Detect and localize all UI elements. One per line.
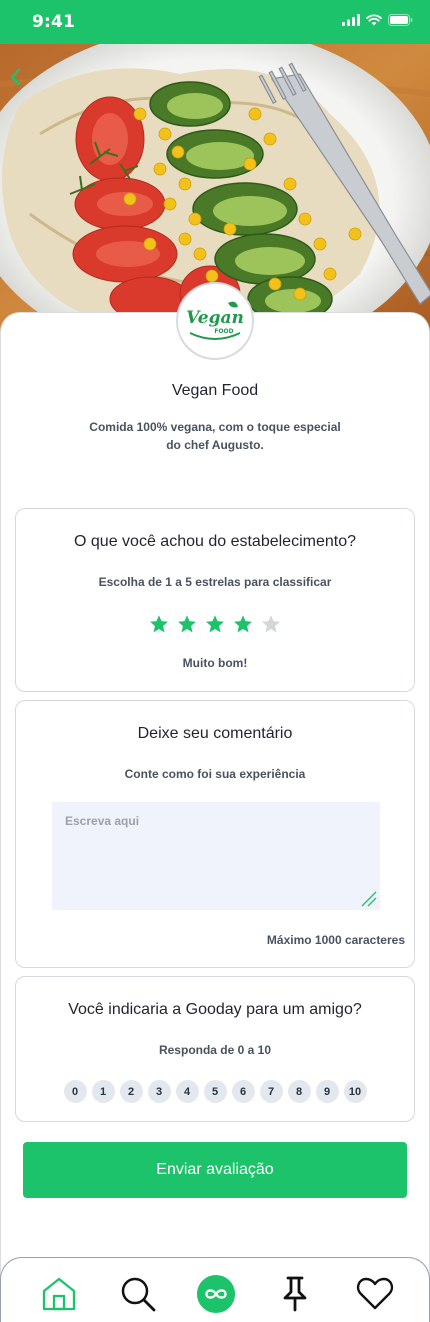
description-line: do chef Augusto. — [166, 438, 264, 452]
nps-option-1[interactable]: 1 — [91, 1080, 115, 1103]
restaurant-description: Comida 100% vegana, com o toque especial… — [85, 418, 345, 454]
star-5-icon[interactable] — [261, 614, 281, 634]
signal-icon — [342, 14, 360, 26]
nps-option-4[interactable]: 4 — [175, 1080, 199, 1103]
comment-subtitle: Conte como foi sua experiência — [124, 767, 306, 781]
star-rating — [16, 614, 414, 634]
status-time: 9:41 — [32, 12, 76, 32]
back-button[interactable] — [4, 62, 26, 92]
logo-text: Vegan — [186, 308, 244, 328]
nps-option-5[interactable]: 5 — [203, 1080, 227, 1103]
nps-option-9[interactable]: 9 — [315, 1080, 339, 1103]
rating-title: O que você achou do estabelecimento? — [74, 533, 356, 550]
restaurant-logo: Vegan FOOD — [176, 282, 254, 360]
star-3-icon[interactable] — [205, 614, 225, 634]
nps-option-2[interactable]: 2 — [119, 1080, 143, 1103]
nps-option-7[interactable]: 7 — [259, 1080, 283, 1103]
star-4-icon[interactable] — [233, 614, 253, 634]
wifi-icon — [366, 14, 382, 26]
comment-card: Deixe seu comentário Conte como foi sua … — [15, 700, 415, 968]
tab-favorites[interactable] — [355, 1274, 395, 1314]
nps-option-10[interactable]: 10 — [343, 1080, 367, 1103]
max-chars-label: Máximo 1000 caracteres — [266, 933, 405, 947]
heart-icon — [356, 1277, 394, 1310]
comment-textarea[interactable] — [52, 802, 380, 910]
infinity-icon — [196, 1274, 236, 1314]
tab-pin[interactable] — [275, 1274, 315, 1314]
search-icon — [121, 1277, 156, 1312]
rating-label: Muito bom! — [182, 656, 248, 670]
status-icons — [342, 14, 413, 26]
logo-subtext: FOOD — [214, 328, 233, 335]
nps-option-0[interactable]: 0 — [63, 1080, 87, 1103]
tab-search[interactable] — [118, 1274, 158, 1314]
nps-options: 0 1 2 3 4 5 6 7 8 9 10 — [16, 1080, 414, 1103]
comment-title: Deixe seu comentário — [137, 725, 293, 742]
restaurant-name: Vegan Food — [171, 382, 259, 399]
star-2-icon[interactable] — [177, 614, 197, 634]
submit-review-button[interactable]: Enviar avaliação — [23, 1142, 407, 1198]
resize-handle-icon[interactable] — [360, 890, 378, 908]
home-icon — [42, 1277, 76, 1311]
tab-bar — [0, 1257, 430, 1322]
rating-subtitle: Escolha de 1 a 5 estrelas para classific… — [98, 575, 332, 589]
status-bar: 9:41 — [0, 0, 430, 44]
star-1-icon[interactable] — [149, 614, 169, 634]
nps-option-8[interactable]: 8 — [287, 1080, 311, 1103]
rating-card: O que você achou do estabelecimento? Esc… — [15, 508, 415, 692]
nps-title: Você indicaria a Gooday para um amigo? — [68, 1001, 362, 1018]
battery-icon — [388, 14, 413, 26]
tab-infinity[interactable] — [196, 1274, 236, 1314]
tab-home[interactable] — [39, 1274, 79, 1314]
chevron-left-icon — [10, 68, 21, 86]
description-line: Comida 100% vegana, com o toque especial — [89, 420, 341, 434]
nps-option-6[interactable]: 6 — [231, 1080, 255, 1103]
nps-option-3[interactable]: 3 — [147, 1080, 171, 1103]
pin-icon — [283, 1276, 307, 1312]
nps-card: Você indicaria a Gooday para um amigo? R… — [15, 976, 415, 1122]
nps-subtitle: Responda de 0 a 10 — [158, 1043, 272, 1057]
